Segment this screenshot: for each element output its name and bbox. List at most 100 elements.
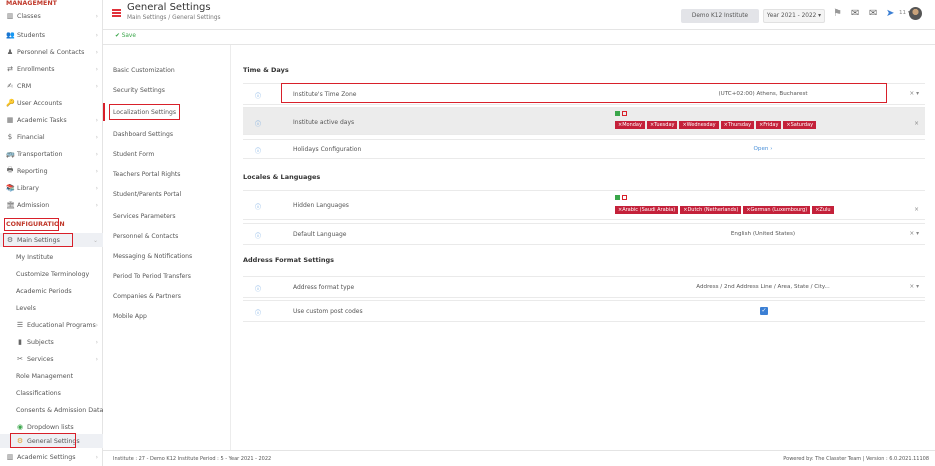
save-button[interactable]: ✔ Save: [115, 33, 136, 39]
clear-icon[interactable]: ×: [914, 207, 919, 213]
personnel-icon: ♟: [6, 48, 14, 56]
clear-dropdown-icon[interactable]: × ▾: [909, 91, 919, 97]
sidebar-item-admission[interactable]: 🏛 Admission ›: [0, 198, 103, 212]
sidebar-sub-educational-programs[interactable]: ☰ Educational Programs ›: [0, 318, 103, 332]
send-icon[interactable]: ➤: [886, 8, 894, 19]
custom-post-codes-checkbox[interactable]: ✓: [760, 307, 768, 315]
row-active-days: ⓘ Institute active days ×Monday ×Tuesday…: [243, 107, 925, 135]
tag[interactable]: ×German (Luxembourg): [743, 206, 811, 214]
select-all-icons[interactable]: [615, 111, 629, 118]
menu-services-parameters[interactable]: Services Parameters: [113, 213, 176, 220]
subjects-icon: ▮: [18, 338, 22, 346]
row-holidays: ⓘ Holidays Configuration Open ›: [243, 139, 925, 159]
clear-icon[interactable]: ×: [914, 121, 919, 127]
menu-messaging[interactable]: Messaging & Notifications: [113, 253, 192, 260]
section-locales: Locales & Languages: [243, 173, 321, 181]
settings-content: Basic Customization Security Settings Lo…: [103, 45, 935, 450]
row-custom-post-codes: ⓘ Use custom post codes ✓: [243, 300, 925, 322]
clear-dropdown-icon[interactable]: × ▾: [909, 231, 919, 237]
notifications-icon[interactable]: ✉: [851, 8, 859, 19]
institute-selector[interactable]: Demo K12 Institute: [681, 9, 759, 23]
menu-period-transfers[interactable]: Period To Period Transfers: [113, 273, 191, 280]
info-icon[interactable]: ⓘ: [255, 202, 261, 211]
menu-personnel-contacts[interactable]: Personnel & Contacts: [113, 233, 178, 240]
info-icon[interactable]: ⓘ: [255, 231, 261, 240]
footer-info: Institute : 27 - Demo K12 Institute Peri…: [113, 456, 272, 462]
menu-basic-customization[interactable]: Basic Customization: [113, 67, 175, 74]
sidebar-sub-levels[interactable]: Levels: [0, 301, 103, 315]
tag[interactable]: ×Friday: [756, 121, 782, 129]
default-language-select[interactable]: English (United States): [673, 231, 853, 237]
sidebar-item-transportation[interactable]: 🚌 Transportation ›: [0, 147, 103, 161]
reporting-icon: 🖶: [6, 165, 14, 174]
footer-powered-by: Powered by: The Classter Team | Version …: [783, 456, 929, 462]
academic-tasks-icon: ▦: [6, 116, 14, 124]
info-icon[interactable]: ⓘ: [255, 308, 261, 317]
year-selector[interactable]: Year 2021 - 2022 ▾: [763, 9, 825, 23]
messages-icon[interactable]: ✉: [869, 8, 877, 19]
tag[interactable]: ×Dutch (Netherlands): [680, 206, 742, 214]
tag[interactable]: ×Saturday: [783, 121, 817, 129]
library-icon: 📚: [6, 184, 15, 192]
section-time-days: Time & Days: [243, 66, 289, 74]
hidden-languages-tags[interactable]: ×Arabic (Saudi Arabia) ×Dutch (Netherlan…: [615, 206, 834, 214]
tag[interactable]: ×Thursday: [720, 121, 755, 129]
menu-student-form[interactable]: Student Form: [113, 151, 154, 158]
sidebar: MANAGEMENT ▥ Classes › 👥 Students › ♟ Personn…: [0, 0, 103, 466]
sidebar-item-reporting[interactable]: 🖶 Reporting ›: [0, 164, 103, 178]
sidebar-item-financial[interactable]: $ Financial ›: [0, 130, 103, 144]
menu-dashboard-settings[interactable]: Dashboard Settings: [113, 131, 173, 138]
sidebar-item-classes[interactable]: ▥ Classes ›: [0, 9, 103, 23]
menu-mobile-app[interactable]: Mobile App: [113, 313, 147, 320]
general-settings-highlight: [10, 433, 76, 448]
configuration-highlight: [4, 218, 59, 231]
check-icon: ✔: [115, 33, 120, 39]
top-bar: General Settings Main Settings / General…: [103, 0, 935, 30]
sidebar-item-students[interactable]: 👥 Students ›: [0, 28, 103, 42]
info-icon[interactable]: ⓘ: [255, 146, 261, 155]
sidebar-sub-consents[interactable]: Consents & Admission Data: [0, 403, 103, 417]
localization-highlight: [109, 104, 180, 120]
sidebar-sub-classifications[interactable]: Classifications: [0, 386, 103, 400]
default-language-label: Default Language: [293, 231, 347, 238]
tag[interactable]: ×Tuesday: [646, 121, 678, 129]
menu-security-settings[interactable]: Security Settings: [113, 87, 165, 94]
tag[interactable]: ×Monday: [615, 121, 645, 129]
tag[interactable]: ×Wednesday: [679, 121, 719, 129]
menu-companies-partners[interactable]: Companies & Partners: [113, 293, 181, 300]
menu-toggle-icon[interactable]: [112, 9, 121, 17]
sidebar-sub-terminology[interactable]: Customize Terminology: [0, 267, 103, 281]
sidebar-sub-subjects[interactable]: ▮ Subjects ›: [0, 335, 103, 349]
action-bar: ✔ Save: [103, 30, 935, 45]
page-title: General Settings: [127, 2, 211, 13]
sidebar-item-crm[interactable]: ✍ CRM ›: [0, 79, 103, 93]
active-days-tags[interactable]: ×Monday ×Tuesday ×Wednesday ×Thursday ×F…: [615, 121, 817, 129]
tag[interactable]: ×Arabic (Saudi Arabia): [615, 206, 679, 214]
user-accounts-icon: 🔑: [6, 99, 15, 107]
sidebar-item-library[interactable]: 📚 Library ›: [0, 181, 103, 195]
sidebar-item-academic-tasks[interactable]: ▦ Academic Tasks ›: [0, 113, 103, 127]
sidebar-sub-academic-periods[interactable]: Academic Periods: [0, 284, 103, 298]
crm-icon: ✍: [7, 82, 13, 90]
select-all-icons[interactable]: [615, 195, 629, 202]
flag-icon[interactable]: ⚑: [833, 8, 842, 19]
admission-icon: 🏛: [6, 201, 15, 209]
holidays-open-link[interactable]: Open ›: [673, 146, 853, 152]
sidebar-item-enrollments[interactable]: ⇄ Enrollments ›: [0, 62, 103, 76]
sidebar-item-user-accounts[interactable]: 🔑 User Accounts: [0, 96, 103, 110]
sidebar-sub-my-institute[interactable]: My Institute: [0, 250, 103, 264]
avatar[interactable]: [909, 7, 922, 20]
menu-teachers-portal[interactable]: Teachers Portal Rights: [113, 171, 180, 178]
info-icon[interactable]: ⓘ: [255, 119, 261, 128]
menu-student-parents-portal[interactable]: Student/Parents Portal: [113, 191, 181, 198]
sidebar-item-personnel[interactable]: ♟ Personnel & Contacts ›: [0, 45, 103, 59]
tag[interactable]: ×Zulu: [812, 206, 834, 214]
info-icon[interactable]: ⓘ: [255, 91, 261, 100]
clear-dropdown-icon[interactable]: × ▾: [909, 284, 919, 290]
address-format-select[interactable]: Address / 2nd Address Line / Area, State…: [673, 284, 853, 290]
sidebar-sub-role-management[interactable]: Role Management: [0, 369, 103, 383]
sidebar-sub-dropdown-lists[interactable]: ◉ Dropdown lists: [0, 420, 103, 434]
info-icon[interactable]: ⓘ: [255, 284, 261, 293]
sidebar-item-academic-settings[interactable]: ▥ Academic Settings ›: [0, 450, 103, 464]
sidebar-sub-services[interactable]: ✂ Services ›: [0, 352, 103, 366]
